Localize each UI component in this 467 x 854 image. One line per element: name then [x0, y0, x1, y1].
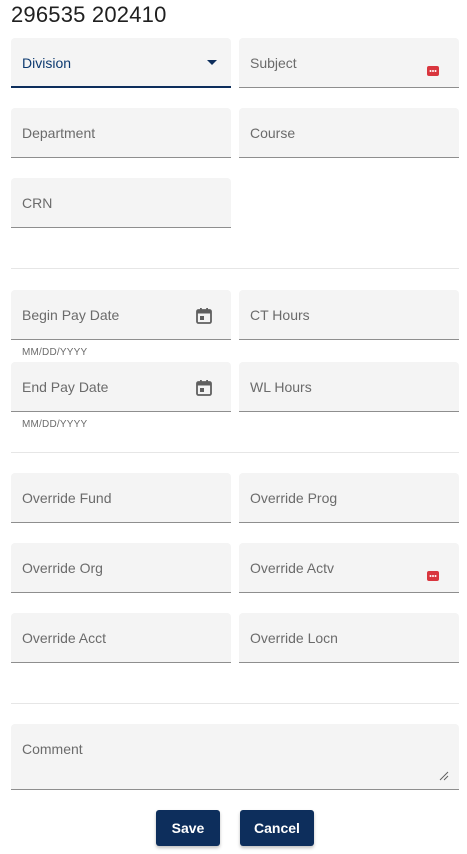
- override-org-label: Override Org: [22, 560, 103, 576]
- override-actv-field[interactable]: Override Actv: [239, 543, 459, 593]
- override-org-field[interactable]: Override Org: [11, 543, 231, 593]
- wl-hours-field[interactable]: WL Hours: [239, 362, 459, 412]
- section-divider: [11, 452, 459, 453]
- begin-pay-date-field[interactable]: Begin Pay Date: [11, 290, 231, 340]
- more-options-icon[interactable]: [427, 571, 439, 581]
- page-title: 296535 202410: [11, 2, 167, 27]
- comment-textarea[interactable]: Comment: [11, 724, 459, 790]
- subject-field[interactable]: Subject: [239, 38, 459, 88]
- override-locn-field[interactable]: Override Locn: [239, 613, 459, 663]
- division-label: Division: [22, 55, 72, 71]
- override-acct-field[interactable]: Override Acct: [11, 613, 231, 663]
- override-locn-label: Override Locn: [250, 630, 338, 646]
- end-pay-date-hint: MM/DD/YYYY: [22, 419, 88, 430]
- crn-field[interactable]: CRN: [11, 178, 231, 228]
- override-prog-label: Override Prog: [250, 490, 338, 506]
- division-select[interactable]: Division: [11, 38, 231, 88]
- more-options-icon[interactable]: [427, 66, 439, 76]
- save-button[interactable]: Save: [156, 810, 220, 846]
- course-label: Course: [250, 125, 296, 141]
- begin-pay-date-hint: MM/DD/YYYY: [22, 347, 88, 358]
- end-pay-date-field[interactable]: End Pay Date: [11, 362, 231, 412]
- override-prog-field[interactable]: Override Prog: [239, 473, 459, 523]
- override-actv-label: Override Actv: [250, 560, 335, 576]
- department-field[interactable]: Department: [11, 108, 231, 158]
- crn-label: CRN: [22, 195, 53, 211]
- chevron-down-icon[interactable]: [207, 60, 217, 65]
- calendar-icon[interactable]: [195, 307, 213, 325]
- ct-hours-label: CT Hours: [250, 307, 310, 323]
- subject-label: Subject: [250, 55, 297, 71]
- end-pay-date-label: End Pay Date: [22, 379, 109, 395]
- cancel-button[interactable]: Cancel: [240, 810, 314, 846]
- override-fund-label: Override Fund: [22, 490, 112, 506]
- resize-handle-icon[interactable]: [439, 771, 449, 781]
- course-field[interactable]: Course: [239, 108, 459, 158]
- override-acct-label: Override Acct: [22, 630, 107, 646]
- section-divider: [11, 703, 459, 704]
- override-fund-field[interactable]: Override Fund: [11, 473, 231, 523]
- wl-hours-label: WL Hours: [250, 379, 312, 395]
- begin-pay-date-label: Begin Pay Date: [22, 307, 120, 323]
- calendar-icon[interactable]: [195, 379, 213, 397]
- section-divider: [11, 268, 459, 269]
- ct-hours-field[interactable]: CT Hours: [239, 290, 459, 340]
- department-label: Department: [22, 125, 96, 141]
- comment-label: Comment: [22, 741, 83, 757]
